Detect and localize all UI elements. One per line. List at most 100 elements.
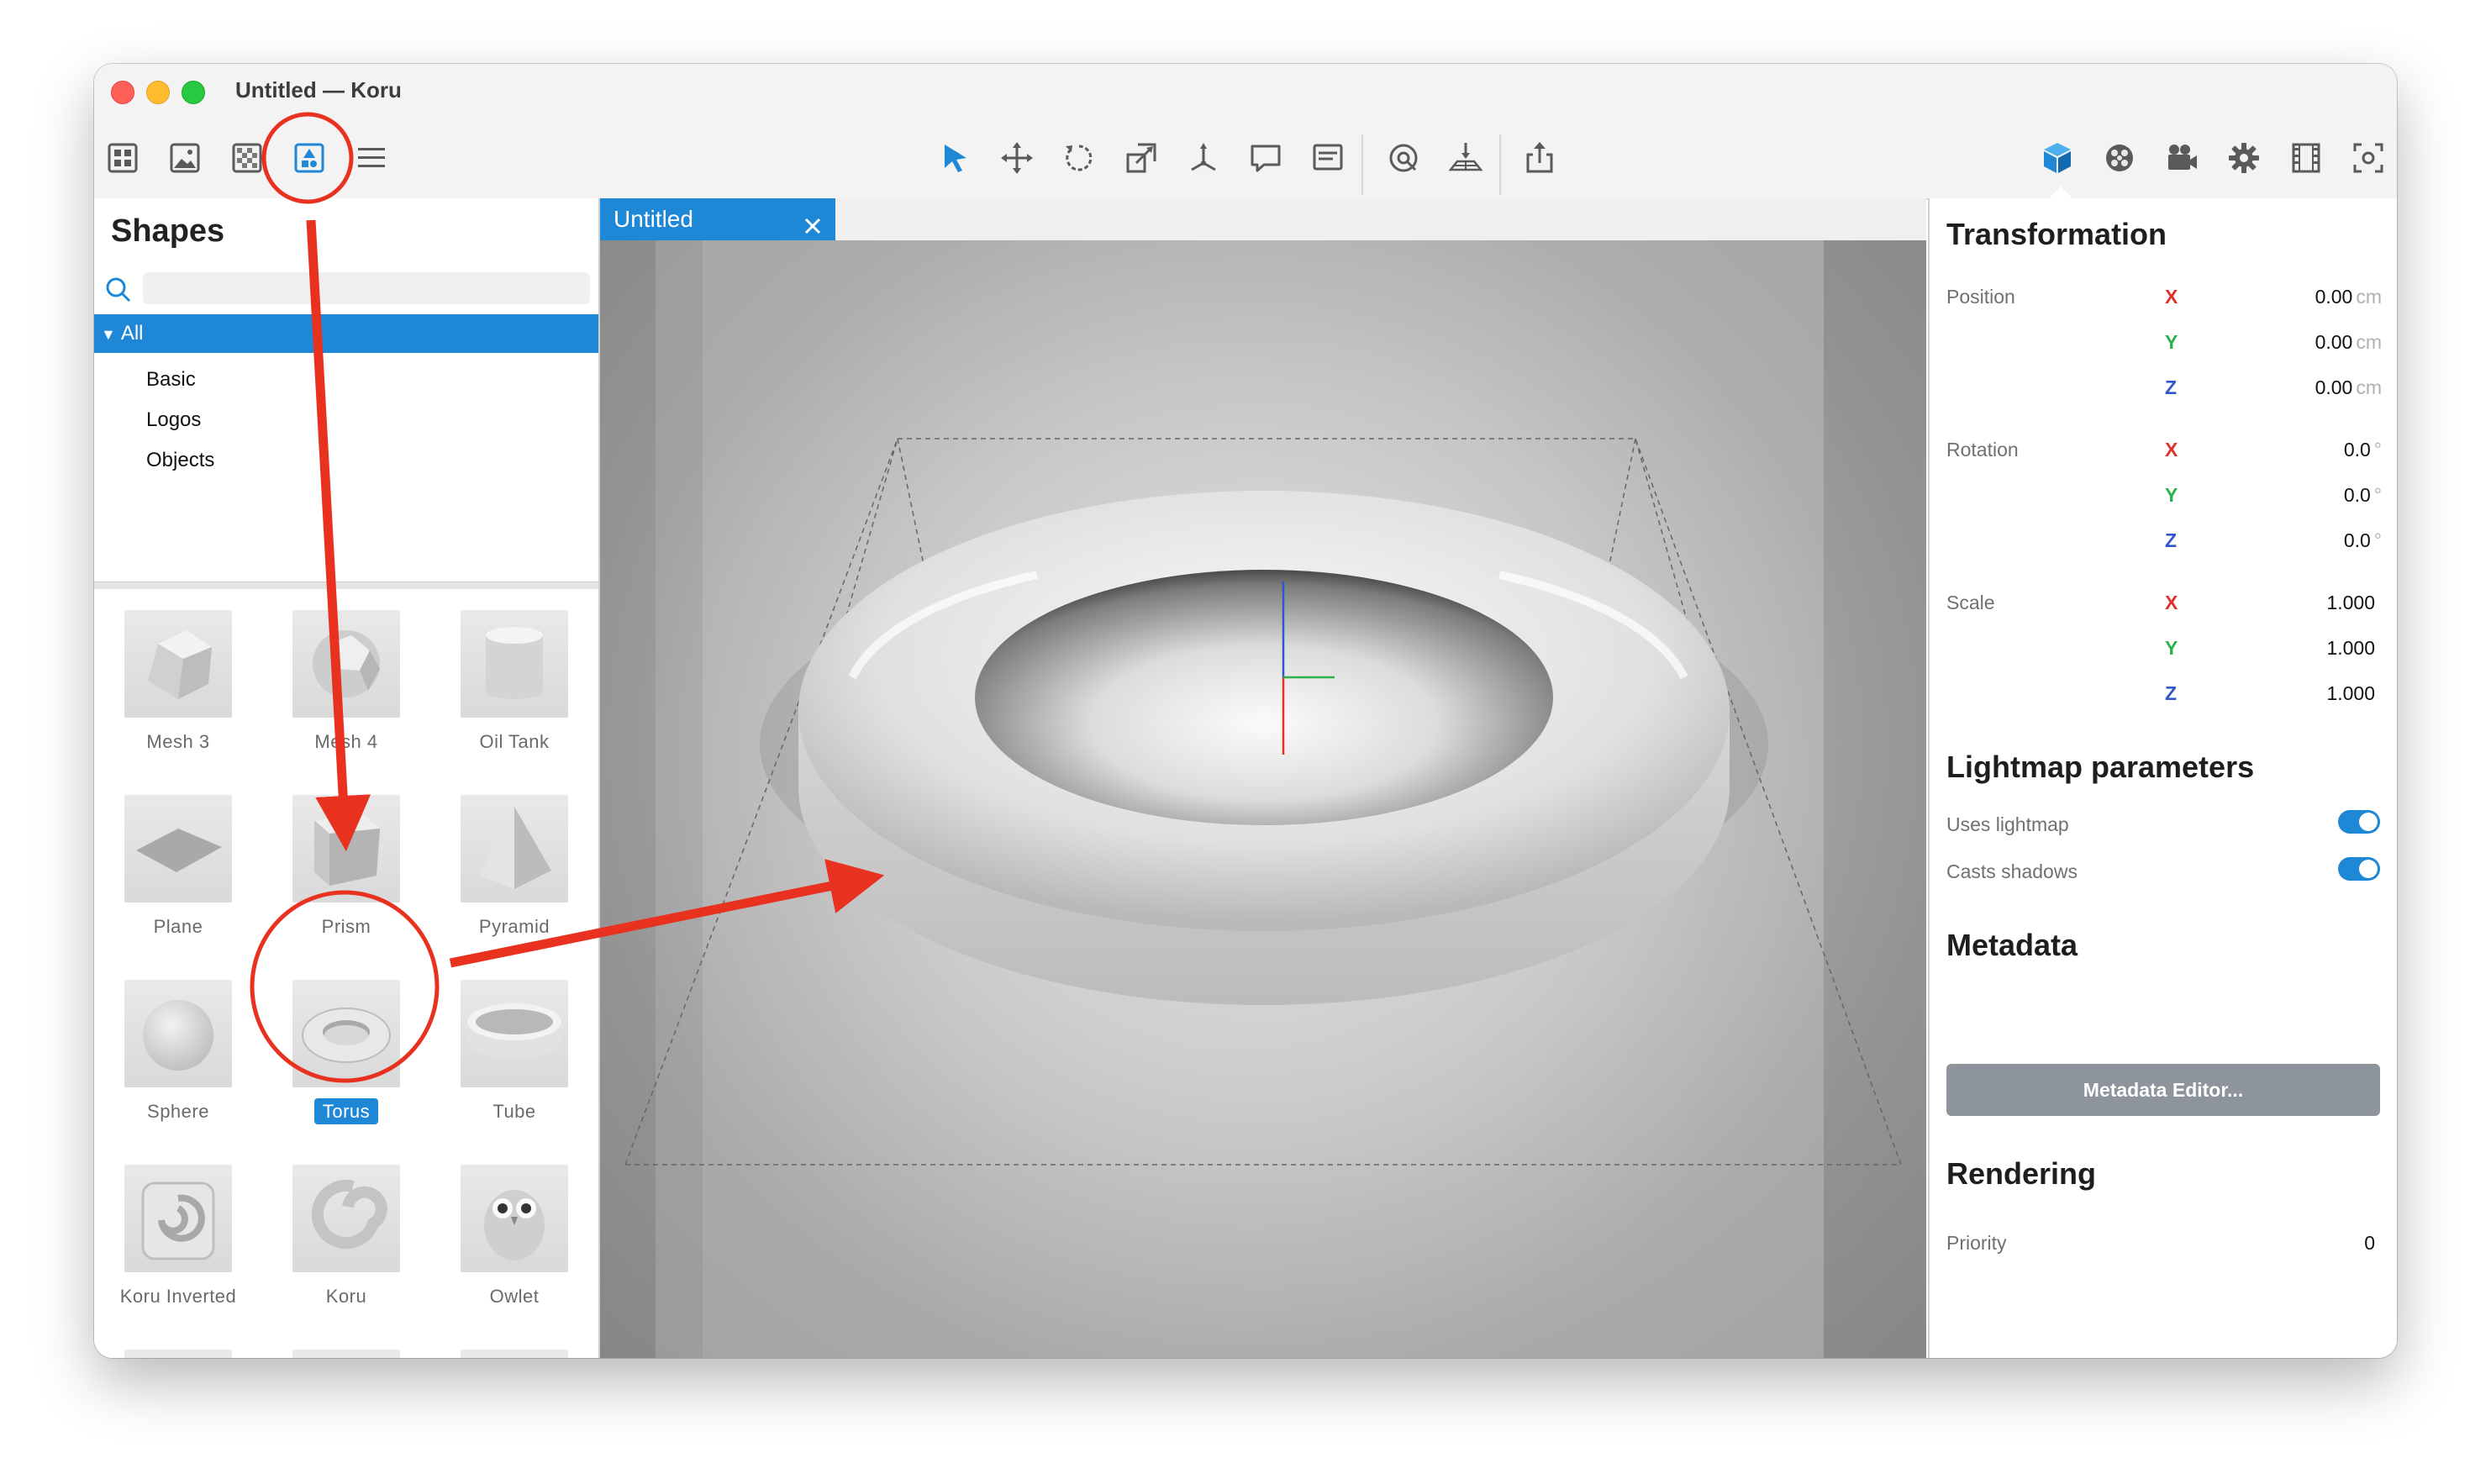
scene-canvas[interactable] — [600, 240, 1926, 1358]
zoom-window-button[interactable] — [182, 81, 205, 104]
owlet-thumbnail — [461, 1165, 568, 1272]
shape-item-owlet[interactable]: Owlet — [430, 1165, 598, 1350]
category-all-label: All — [120, 322, 144, 345]
rotation-z-field[interactable]: 0.0 ° — [2344, 529, 2382, 552]
unit-label: ° — [2373, 529, 2382, 551]
object-cube-icon[interactable] — [2037, 138, 2078, 178]
position-y-field[interactable]: 0.00 cm — [2315, 331, 2382, 354]
toggle-knob — [2359, 813, 2378, 831]
shape-label: Oil Tank — [479, 731, 550, 752]
toggle-knob — [2359, 860, 2378, 878]
mesh-4-thumbnail — [292, 610, 400, 718]
shape-item-plane[interactable]: Plane — [94, 795, 262, 980]
soda-can-thumbnail — [461, 1350, 568, 1358]
settings-gear-icon[interactable] — [2224, 138, 2264, 178]
shape-item-oil-tank[interactable]: Oil Tank — [430, 610, 598, 795]
lightmap-title: Lightmap parameters — [1946, 750, 2255, 784]
image-icon[interactable] — [165, 138, 205, 178]
scene-render — [624, 240, 1902, 1358]
texture-icon[interactable] — [227, 138, 267, 178]
shape-label: Torus — [262, 1098, 430, 1124]
move-icon[interactable] — [997, 138, 1037, 178]
film-icon[interactable] — [2286, 138, 2326, 178]
shape-item-torus[interactable]: Torus — [262, 980, 430, 1165]
document-tab[interactable]: Untitled — [600, 198, 835, 240]
close-window-button[interactable] — [111, 81, 134, 104]
shapes-icon[interactable] — [289, 138, 329, 178]
shape-item-soccer-ball[interactable] — [262, 1350, 430, 1358]
toolbar-separator — [1361, 134, 1363, 195]
rotation-label: Rotation — [1946, 439, 2019, 460]
rotation-x-axis: X — [2165, 439, 2178, 460]
oil-tank-thumbnail — [461, 610, 568, 718]
rotation-y-value: 0.0 — [2343, 484, 2371, 506]
inspector-panel: Transformation Position X 0.00 cm Y 0.00 c… — [1928, 198, 2397, 1358]
shape-item-sphere[interactable]: Sphere — [94, 980, 262, 1165]
close-tab-icon[interactable] — [802, 208, 824, 234]
shapes-sidebar: Shapes ▼ All Basic Logos Objects Mesh 3 M… — [94, 198, 600, 1358]
position-z-field[interactable]: 0.00 cm — [2315, 376, 2382, 399]
share-icon[interactable] — [1519, 138, 1560, 178]
search-input[interactable] — [143, 272, 590, 304]
camera-target-icon[interactable] — [1383, 138, 1424, 178]
select-arrow-icon[interactable] — [935, 138, 975, 178]
rotation-x-value: 0.0 — [2343, 439, 2371, 460]
3d-viewport[interactable]: Untitled — [600, 198, 1926, 1358]
category-logos[interactable]: Logos — [146, 408, 201, 432]
metadata-editor-button[interactable]: Metadata Editor... — [1946, 1064, 2380, 1116]
pyramid-thumbnail — [461, 795, 568, 903]
scale-icon[interactable] — [1121, 138, 1161, 178]
rotation-z-axis: Z — [2165, 529, 2178, 551]
scale-y-value[interactable]: 1.000 — [2326, 637, 2375, 660]
category-all[interactable]: ▼ All — [94, 314, 598, 353]
torus-thumbnail — [292, 980, 400, 1087]
scale-x-value[interactable]: 1.000 — [2326, 592, 2375, 614]
category-objects[interactable]: Objects — [146, 449, 214, 472]
position-label: Position — [1946, 286, 2015, 308]
shape-item-koru-inverted[interactable]: Koru Inverted — [94, 1165, 262, 1350]
shape-item-orange-logo[interactable] — [94, 1350, 262, 1358]
category-basic[interactable]: Basic — [146, 368, 196, 392]
soccer-ball-thumbnail — [292, 1350, 400, 1358]
comment-icon[interactable] — [1246, 138, 1286, 178]
note-icon[interactable] — [1308, 138, 1348, 178]
casts-shadows-label: Casts shadows — [1946, 860, 2078, 882]
scale-z-value[interactable]: 1.000 — [2326, 682, 2375, 705]
rendering-title: Rendering — [1946, 1156, 2097, 1191]
casts-shadows-toggle[interactable] — [2338, 857, 2380, 881]
shape-label: Sphere — [147, 1101, 209, 1122]
floor-grid-icon[interactable] — [1446, 138, 1486, 178]
camera-icon[interactable] — [2162, 138, 2202, 178]
shape-label: Koru — [325, 1286, 367, 1307]
list-icon[interactable] — [351, 138, 392, 178]
toolbar: Untitled — Koru — [94, 64, 2397, 200]
sphere-thumbnail — [124, 980, 232, 1087]
shape-label: Mesh 3 — [146, 731, 210, 752]
uses-lightmap-toggle[interactable] — [2338, 810, 2380, 834]
shape-item-mesh-3[interactable]: Mesh 3 — [94, 610, 262, 795]
material-icon[interactable] — [2099, 138, 2140, 178]
shape-label-selected: Torus — [313, 1098, 379, 1124]
shape-item-mesh-4[interactable]: Mesh 4 — [262, 610, 430, 795]
position-x-field[interactable]: 0.00 cm — [2315, 286, 2382, 308]
shape-item-pyramid[interactable]: Pyramid — [430, 795, 598, 980]
shape-item-prism[interactable]: Prism — [262, 795, 430, 980]
shape-item-soda-can[interactable] — [430, 1350, 598, 1358]
minimize-window-button[interactable] — [146, 81, 170, 104]
priority-value[interactable]: 0 — [2364, 1232, 2375, 1255]
focus-icon[interactable] — [2348, 138, 2388, 178]
shape-item-tube[interactable]: Tube — [430, 980, 598, 1165]
scale-x-axis: X — [2165, 592, 2178, 613]
axes-icon[interactable] — [1183, 138, 1224, 178]
position-z-axis: Z — [2165, 376, 2178, 398]
shape-label: Mesh 4 — [314, 731, 378, 752]
rotate-icon[interactable] — [1059, 138, 1099, 178]
document-tab-label: Untitled — [614, 206, 693, 232]
tube-thumbnail — [461, 980, 568, 1087]
priority-label: Priority — [1946, 1232, 2007, 1254]
rotation-x-field[interactable]: 0.0 ° — [2344, 439, 2382, 461]
grid-view-icon[interactable] — [103, 138, 143, 178]
shape-item-koru[interactable]: Koru — [262, 1165, 430, 1350]
toolbar-separator — [1499, 134, 1501, 195]
rotation-y-field[interactable]: 0.0 ° — [2344, 484, 2382, 507]
